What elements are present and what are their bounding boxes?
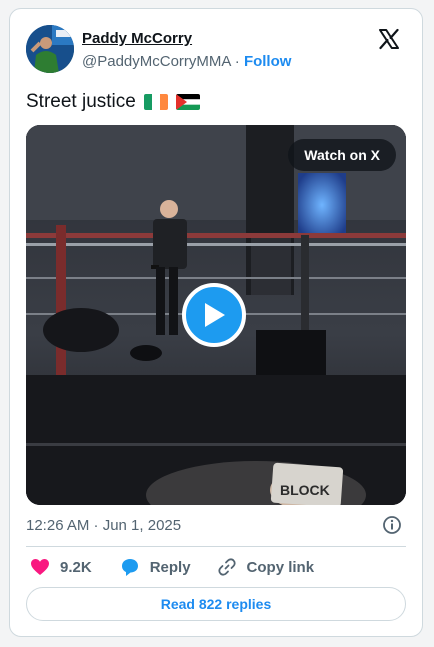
play-icon <box>205 303 225 327</box>
divider <box>26 546 406 547</box>
action-bar: 9.2K Reply Copy link <box>26 555 314 579</box>
follow-button[interactable]: Follow <box>244 53 292 70</box>
video-player[interactable]: BLOCK Watch on X <box>26 125 406 505</box>
ireland-flag-icon <box>143 94 168 110</box>
read-replies-button[interactable]: Read 822 replies <box>26 587 406 621</box>
author-handle[interactable]: @PaddyMcCorryMMA <box>82 53 231 70</box>
link-icon <box>217 558 236 576</box>
reply-button[interactable]: Reply <box>120 557 191 577</box>
x-logo-icon[interactable] <box>377 27 401 51</box>
heart-icon <box>31 559 49 575</box>
watch-on-x-button[interactable]: Watch on X <box>288 139 396 171</box>
block-sign-text: BLOCK <box>280 482 330 498</box>
info-icon[interactable] <box>382 515 402 535</box>
separator-dot: · <box>234 53 240 70</box>
palestine-flag-icon <box>175 94 200 110</box>
tweet-body: Street justice <box>26 91 136 112</box>
tweet-text: Street justice <box>26 91 200 113</box>
play-button[interactable] <box>182 283 246 347</box>
tweet-card: Paddy McCorry @PaddyMcCorryMMA · Follow … <box>9 8 423 637</box>
like-count: 9.2K <box>60 558 92 576</box>
reply-label: Reply <box>149 558 191 576</box>
avatar[interactable] <box>26 25 74 73</box>
like-button[interactable]: 9.2K <box>30 558 92 576</box>
copy-link-button[interactable]: Copy link <box>217 557 315 577</box>
tweet-timestamp[interactable]: 12:26 AM · Jun 1, 2025 <box>26 517 181 534</box>
author-name[interactable]: Paddy McCorry <box>82 30 192 47</box>
reply-bubble-icon <box>121 559 138 576</box>
copy-link-label: Copy link <box>246 558 315 576</box>
handle-row: @PaddyMcCorryMMA · Follow <box>82 53 291 70</box>
